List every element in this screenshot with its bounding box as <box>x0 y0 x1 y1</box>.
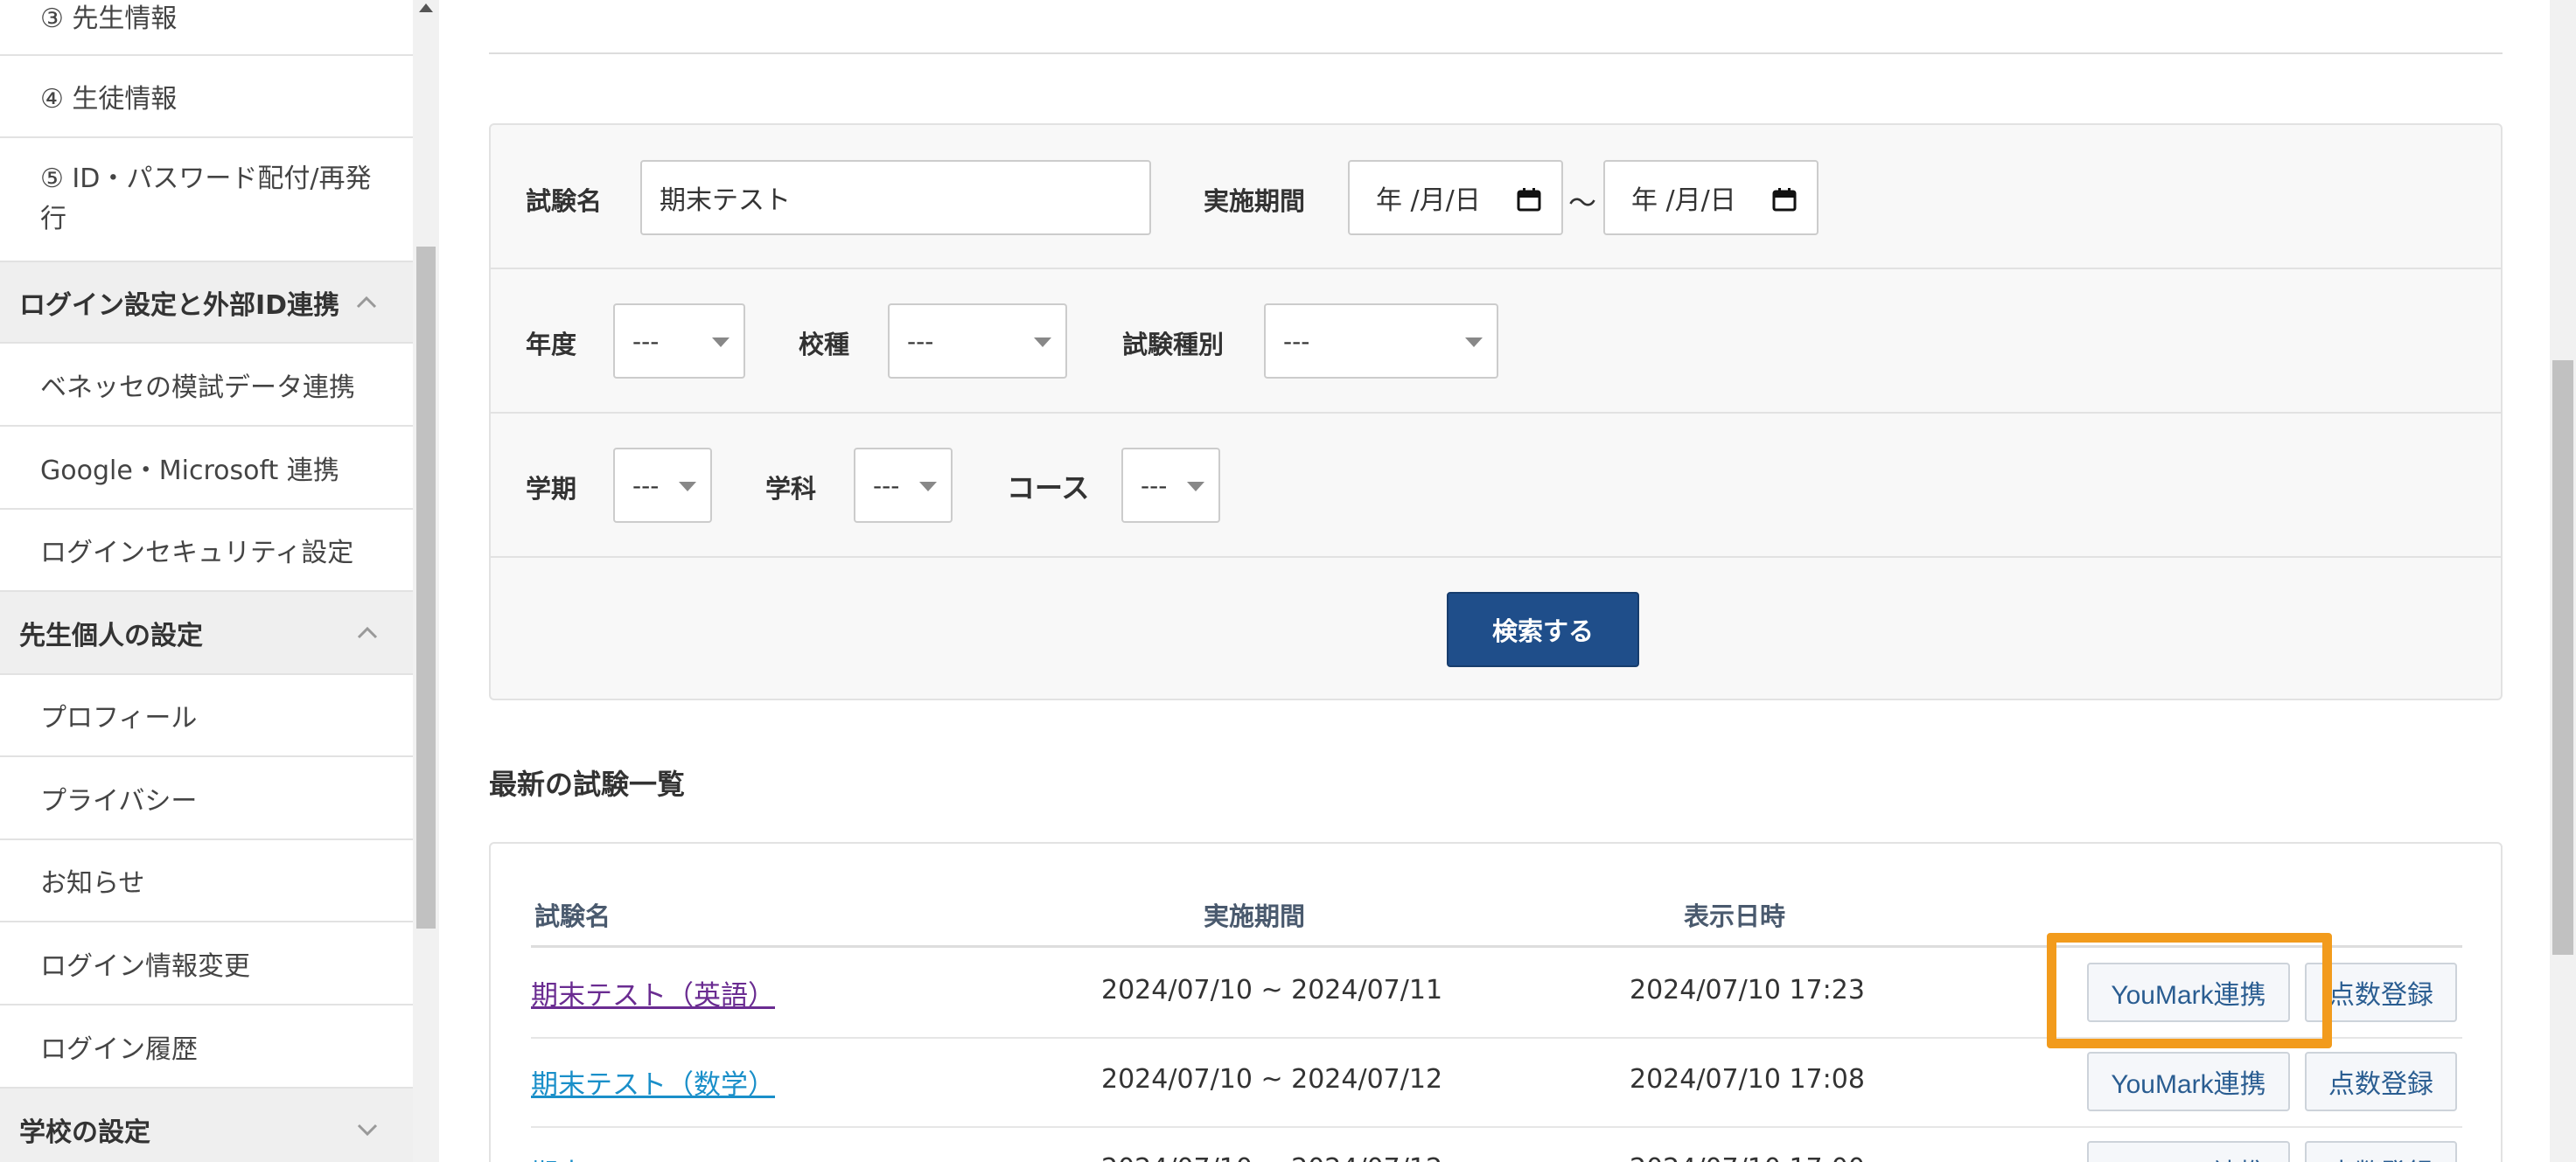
sidebar-item-login-info-change[interactable]: ログイン情報変更 <box>0 922 413 1005</box>
sidebar-item-label: ログインセキュリティ設定 <box>40 538 354 568</box>
score-entry-button[interactable]: 点数登録 <box>2305 1141 2457 1162</box>
chevron-up-icon <box>354 290 379 315</box>
search-button[interactable]: 検索する <box>1447 592 1639 667</box>
column-header-display: 表示日時 <box>1684 901 1786 931</box>
sidebar-item-privacy[interactable]: プライバシー <box>0 757 413 840</box>
sidebar-item-teacher-info[interactable]: ③ 先生情報 <box>0 0 413 56</box>
chevron-down-icon <box>355 1117 380 1142</box>
exam-link[interactable]: 期末テスト <box>531 1152 667 1162</box>
school-type-select-value: --- <box>907 326 934 356</box>
sidebar-item-profile[interactable]: プロフィール <box>0 675 413 757</box>
search-row-2: 年度 --- 校種 --- 試験種別 --- <box>491 269 2501 414</box>
year-label: 年度 <box>526 330 577 359</box>
sidebar-item-label: Google・Microsoft 連携 <box>40 455 339 486</box>
chevron-down-icon <box>1034 337 1051 347</box>
course-select[interactable]: --- <box>1121 448 1220 523</box>
sidebar-item-label: プロフィール <box>40 703 198 734</box>
term-select-value: --- <box>632 470 660 500</box>
exam-name-value: 期末テスト <box>660 185 791 216</box>
period-label: 実施期間 <box>1204 186 1306 216</box>
row-divider <box>531 1126 2462 1128</box>
chevron-down-icon <box>919 482 937 491</box>
exam-period: 2024/07/10 ~ 2024/07/12 <box>1101 1064 1443 1095</box>
exam-period: 2024/07/10 ~ 2024/07/11 <box>1101 975 1443 1005</box>
exam-link[interactable]: 期末テスト（英語） <box>531 973 775 1012</box>
chevron-down-icon <box>679 482 696 491</box>
sidebar-item-label: ログイン情報変更 <box>40 950 250 982</box>
sidebar-section-title: ログイン設定と外部ID連携 <box>19 289 340 321</box>
sidebar-item-label: プライバシー <box>40 785 198 817</box>
subject-select[interactable]: --- <box>854 448 953 523</box>
youmark-link-button[interactable]: YouMark連携 <box>2087 1052 2290 1111</box>
sidebar-item-login-security[interactable]: ログインセキュリティ設定 <box>0 510 413 592</box>
calendar-icon[interactable] <box>1516 186 1542 212</box>
school-type-select[interactable]: --- <box>888 303 1067 379</box>
exam-name-input[interactable]: 期末テスト <box>640 160 1151 235</box>
latest-exams-title: 最新の試験一覧 <box>489 768 686 801</box>
exam-name-label: 試験名 <box>526 186 603 216</box>
term-label: 学期 <box>526 474 577 504</box>
sidebar-item-student-info[interactable]: ④ 生徒情報 <box>0 56 413 138</box>
chevron-down-icon <box>1187 482 1204 491</box>
score-entry-button[interactable]: 点数登録 <box>2305 1052 2457 1111</box>
sidebar-section-personal-settings[interactable]: 先生個人の設定 <box>0 592 413 675</box>
sidebar-item-label: ④ 生徒情報 <box>40 84 178 115</box>
subject-label: 学科 <box>765 474 817 504</box>
sidebar-item-label: ベネッセの模試データ連携 <box>40 372 355 403</box>
subject-select-value: --- <box>873 470 900 500</box>
search-row-1: 試験名 期末テスト 実施期間 年 /月/日 ～ 年 /月/日 <box>491 125 2501 269</box>
exam-link[interactable]: 期末テスト（数学） <box>531 1062 775 1102</box>
sidebar-item-benesse[interactable]: ベネッセの模試データ連携 <box>0 344 413 427</box>
exam-display-time: 2024/07/10 17:00 <box>1630 1153 1865 1162</box>
chevron-down-icon <box>1465 337 1483 347</box>
column-header-exam-name: 試験名 <box>534 901 611 931</box>
course-label: コース <box>1007 471 1090 504</box>
exam-display-time: 2024/07/10 17:08 <box>1630 1064 1865 1095</box>
youmark-link-button[interactable]: YouMark連携 <box>2087 1141 2290 1162</box>
sidebar-item-label: ③ 先生情報 <box>40 3 178 34</box>
sidebar-item-label: ログイン履歴 <box>40 1033 198 1065</box>
search-panel: 試験名 期末テスト 実施期間 年 /月/日 ～ 年 /月/日 年度 --- 校種 <box>489 123 2503 700</box>
date-from-input[interactable]: 年 /月/日 <box>1348 160 1563 235</box>
scroll-up-arrow-icon[interactable] <box>419 3 433 12</box>
course-select-value: --- <box>1141 470 1168 500</box>
exam-type-select[interactable]: --- <box>1264 303 1498 379</box>
sidebar-item-notices[interactable]: お知らせ <box>0 840 413 922</box>
sidebar-item-label: お知らせ <box>40 868 145 899</box>
main-content: 試験名 期末テスト 実施期間 年 /月/日 ～ 年 /月/日 年度 --- 校種 <box>442 0 2576 1162</box>
calendar-icon[interactable] <box>1771 186 1798 212</box>
page-scrollbar-thumb[interactable] <box>2552 360 2573 955</box>
sidebar-item-login-history[interactable]: ログイン履歴 <box>0 1005 413 1089</box>
sidebar-section-title: 先生個人の設定 <box>19 620 203 651</box>
sidebar-scrollbar-thumb[interactable] <box>416 247 436 929</box>
highlight-box <box>2047 933 2332 1048</box>
school-type-label: 校種 <box>799 330 850 359</box>
term-select[interactable]: --- <box>613 448 712 523</box>
year-select[interactable]: --- <box>613 303 745 379</box>
sidebar-item-id-password[interactable]: ⑤ ID・パスワード配付/再発行 <box>0 138 413 262</box>
exam-display-time: 2024/07/10 17:23 <box>1630 975 1865 1005</box>
tilde-separator: ～ <box>1568 186 1597 219</box>
column-header-period: 実施期間 <box>1204 901 1306 931</box>
sidebar: ③ 先生情報 ④ 生徒情報 ⑤ ID・パスワード配付/再発行 ログイン設定と外部… <box>0 0 413 1162</box>
sidebar-item-google-microsoft[interactable]: Google・Microsoft 連携 <box>0 427 413 510</box>
exam-period: 2024/07/10 ~ 2024/07/12 <box>1101 1153 1442 1162</box>
sidebar-section-school-settings[interactable]: 学校の設定 <box>0 1089 413 1162</box>
date-to-input[interactable]: 年 /月/日 <box>1603 160 1819 235</box>
chevron-up-icon <box>355 621 380 645</box>
sidebar-item-label: ⑤ ID・パスワード配付/再発行 <box>40 164 372 234</box>
exam-type-label: 試験種別 <box>1122 330 1225 359</box>
sidebar-section-title: 学校の設定 <box>19 1117 150 1148</box>
search-row-3: 学期 --- 学科 --- コース --- <box>491 414 2501 558</box>
chevron-down-icon <box>712 337 730 347</box>
date-to-value: 年 /月/日 <box>1631 185 1736 216</box>
exam-type-select-value: --- <box>1283 326 1310 356</box>
divider <box>489 52 2503 54</box>
date-from-value: 年 /月/日 <box>1376 185 1481 216</box>
sidebar-section-login-settings[interactable]: ログイン設定と外部ID連携 <box>0 262 413 344</box>
year-select-value: --- <box>632 326 660 356</box>
